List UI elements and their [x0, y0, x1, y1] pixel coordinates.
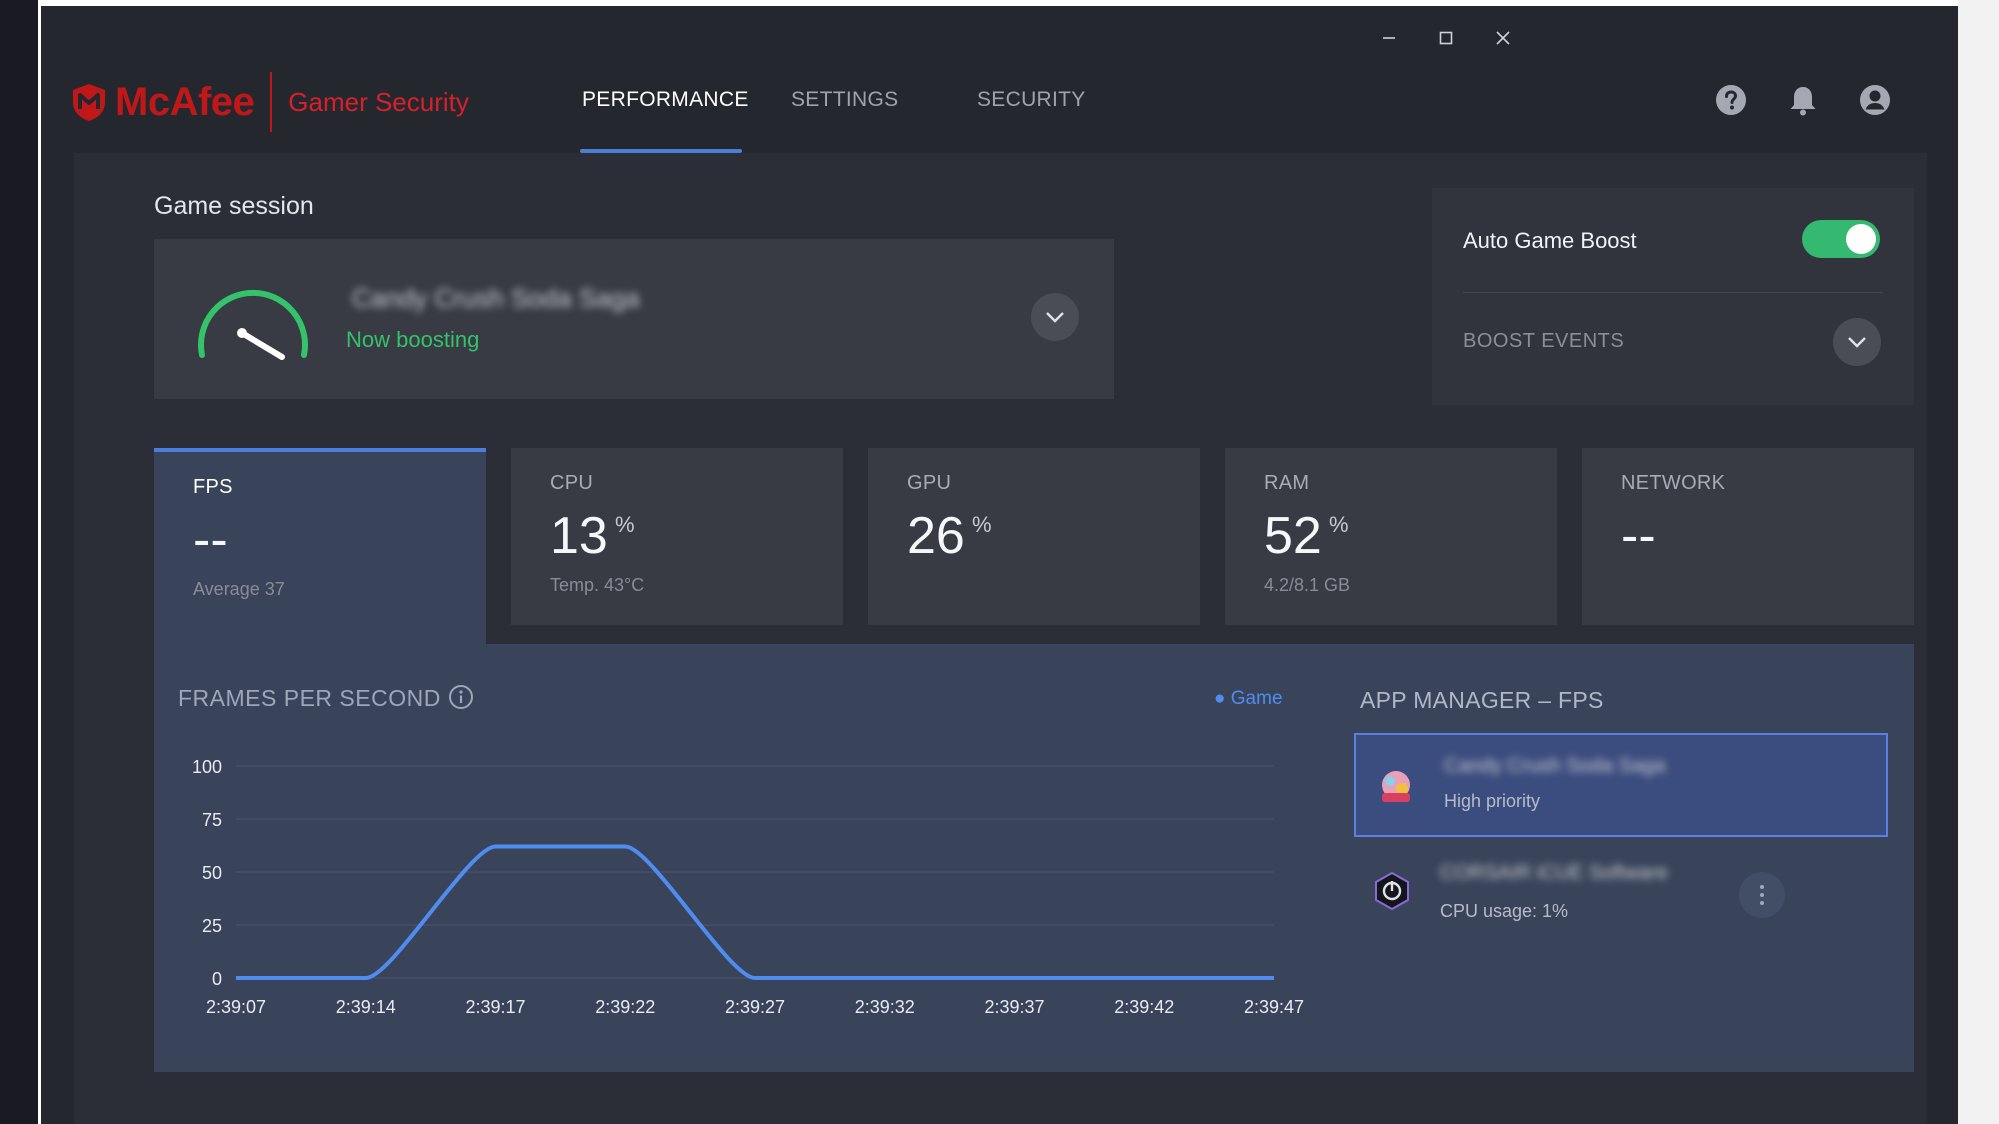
tab-settings[interactable]: SETTINGS	[791, 88, 898, 112]
app-logo: McAfee Gamer Security	[71, 72, 469, 132]
auto-game-boost-label: Auto Game Boost	[1463, 228, 1637, 253]
y-tick-label: 50	[202, 863, 222, 883]
boost-panel: Auto Game Boost BOOST EVENTS	[1432, 188, 1914, 405]
x-tick-label: 2:39:42	[1114, 997, 1174, 1017]
boost-status: Now boosting	[346, 327, 480, 352]
chevron-down-icon	[1848, 337, 1866, 348]
x-tick-label: 2:39:07	[206, 997, 266, 1017]
stat-card-network[interactable]: NETWORK --	[1582, 448, 1914, 625]
more-vertical-icon	[1760, 885, 1764, 905]
divider	[1463, 292, 1883, 293]
stat-card-fps[interactable]: FPS -- Average 37	[154, 448, 486, 644]
game-session-title: Game session	[154, 192, 314, 220]
bell-icon[interactable]	[1785, 82, 1821, 118]
account-icon[interactable]	[1857, 82, 1893, 118]
x-tick-label: 2:39:47	[1244, 997, 1304, 1017]
logo-divider	[270, 72, 273, 132]
y-tick-label: 25	[202, 916, 222, 936]
app-name: Candy Crush Soda Saga	[1444, 755, 1666, 777]
x-tick-label: 2:39:17	[465, 997, 525, 1017]
x-tick-label: 2:39:37	[984, 997, 1044, 1017]
stat-value: 26	[907, 507, 965, 565]
brand-name: McAfee	[115, 79, 255, 124]
help-icon[interactable]	[1713, 82, 1749, 118]
desktop-background-right	[1958, 0, 1999, 1124]
y-tick-label: 100	[192, 757, 222, 777]
x-tick-label: 2:39:32	[855, 997, 915, 1017]
stat-label: FPS	[193, 476, 233, 498]
tab-performance[interactable]: PERFORMANCE	[582, 88, 749, 112]
y-tick-label: 75	[202, 810, 222, 830]
boost-events-expand-button[interactable]	[1833, 318, 1881, 366]
app-manager-title: APP MANAGER – FPS	[1360, 687, 1604, 713]
stat-label: GPU	[907, 472, 952, 494]
stat-unit: %	[972, 512, 992, 537]
stat-label: NETWORK	[1621, 472, 1726, 494]
stat-value: 52	[1264, 507, 1322, 565]
app-cpu-usage: CPU usage: 1%	[1440, 901, 1569, 921]
performance-content: Game session Candy Crush Soda Saga Now b…	[74, 153, 1927, 1124]
stat-value: --	[1621, 507, 1656, 565]
close-icon[interactable]	[1483, 20, 1523, 56]
stat-value: 13	[550, 507, 608, 565]
series-line-game	[236, 844, 1274, 980]
game-session-card: Candy Crush Soda Saga Now boosting	[154, 239, 1114, 399]
corsair-icue-icon	[1375, 871, 1409, 911]
stat-card-gpu[interactable]: GPU 26 %	[868, 448, 1200, 625]
x-tick-label: 2:39:22	[595, 997, 655, 1017]
stat-label: RAM	[1264, 472, 1310, 494]
x-tick-label: 2:39:14	[336, 997, 396, 1017]
app-priority: High priority	[1444, 791, 1541, 811]
stat-unit: %	[615, 512, 635, 537]
product-name: Gamer Security	[288, 86, 469, 117]
app-window: McAfee Gamer Security PERFORMANCE SETTIN…	[41, 6, 1958, 1124]
app-name: CORSAIR iCUE Software	[1440, 862, 1668, 884]
y-tick-label: 0	[212, 969, 222, 989]
x-tick-label: 2:39:27	[725, 997, 785, 1017]
stat-label: CPU	[550, 472, 594, 494]
tab-security[interactable]: SECURITY	[977, 88, 1086, 112]
auto-game-boost-toggle[interactable]	[1802, 220, 1880, 258]
app-more-button[interactable]	[1739, 872, 1785, 918]
candy-game-icon	[1382, 771, 1410, 802]
stat-unit: %	[1329, 512, 1349, 537]
stat-card-ram[interactable]: RAM 52 % 4.2/8.1 GB	[1225, 448, 1557, 625]
fps-panel: FRAMES PER SECOND ● Game 0 25 50 75 100 2:39:…	[154, 644, 1914, 1072]
toggle-knob	[1846, 224, 1876, 254]
stat-subtext: 4.2/8.1 GB	[1264, 575, 1351, 595]
boost-events-label: BOOST EVENTS	[1463, 330, 1625, 352]
fps-line-chart: 0 25 50 75 100 2:39:07 2:39:14 2:39:17 2:39:22 2:…	[192, 757, 1304, 1017]
session-expand-button[interactable]	[1031, 293, 1079, 341]
mcafee-shield-icon	[73, 84, 105, 121]
chevron-down-icon	[1046, 312, 1064, 323]
maximize-icon[interactable]	[1426, 20, 1466, 56]
stat-subtext: Temp. 43°C	[550, 575, 645, 595]
minimize-icon[interactable]	[1369, 20, 1409, 56]
desktop-background	[0, 0, 38, 1124]
speedometer-icon	[198, 289, 308, 360]
stat-card-cpu[interactable]: CPU 13 % Temp. 43°C	[511, 448, 843, 625]
game-name: Candy Crush Soda Saga	[352, 283, 640, 313]
stat-value: --	[193, 511, 228, 569]
stat-subtext: Average 37	[193, 579, 285, 599]
app-manager-item[interactable]: Candy Crush Soda Saga High priority	[1354, 733, 1888, 837]
